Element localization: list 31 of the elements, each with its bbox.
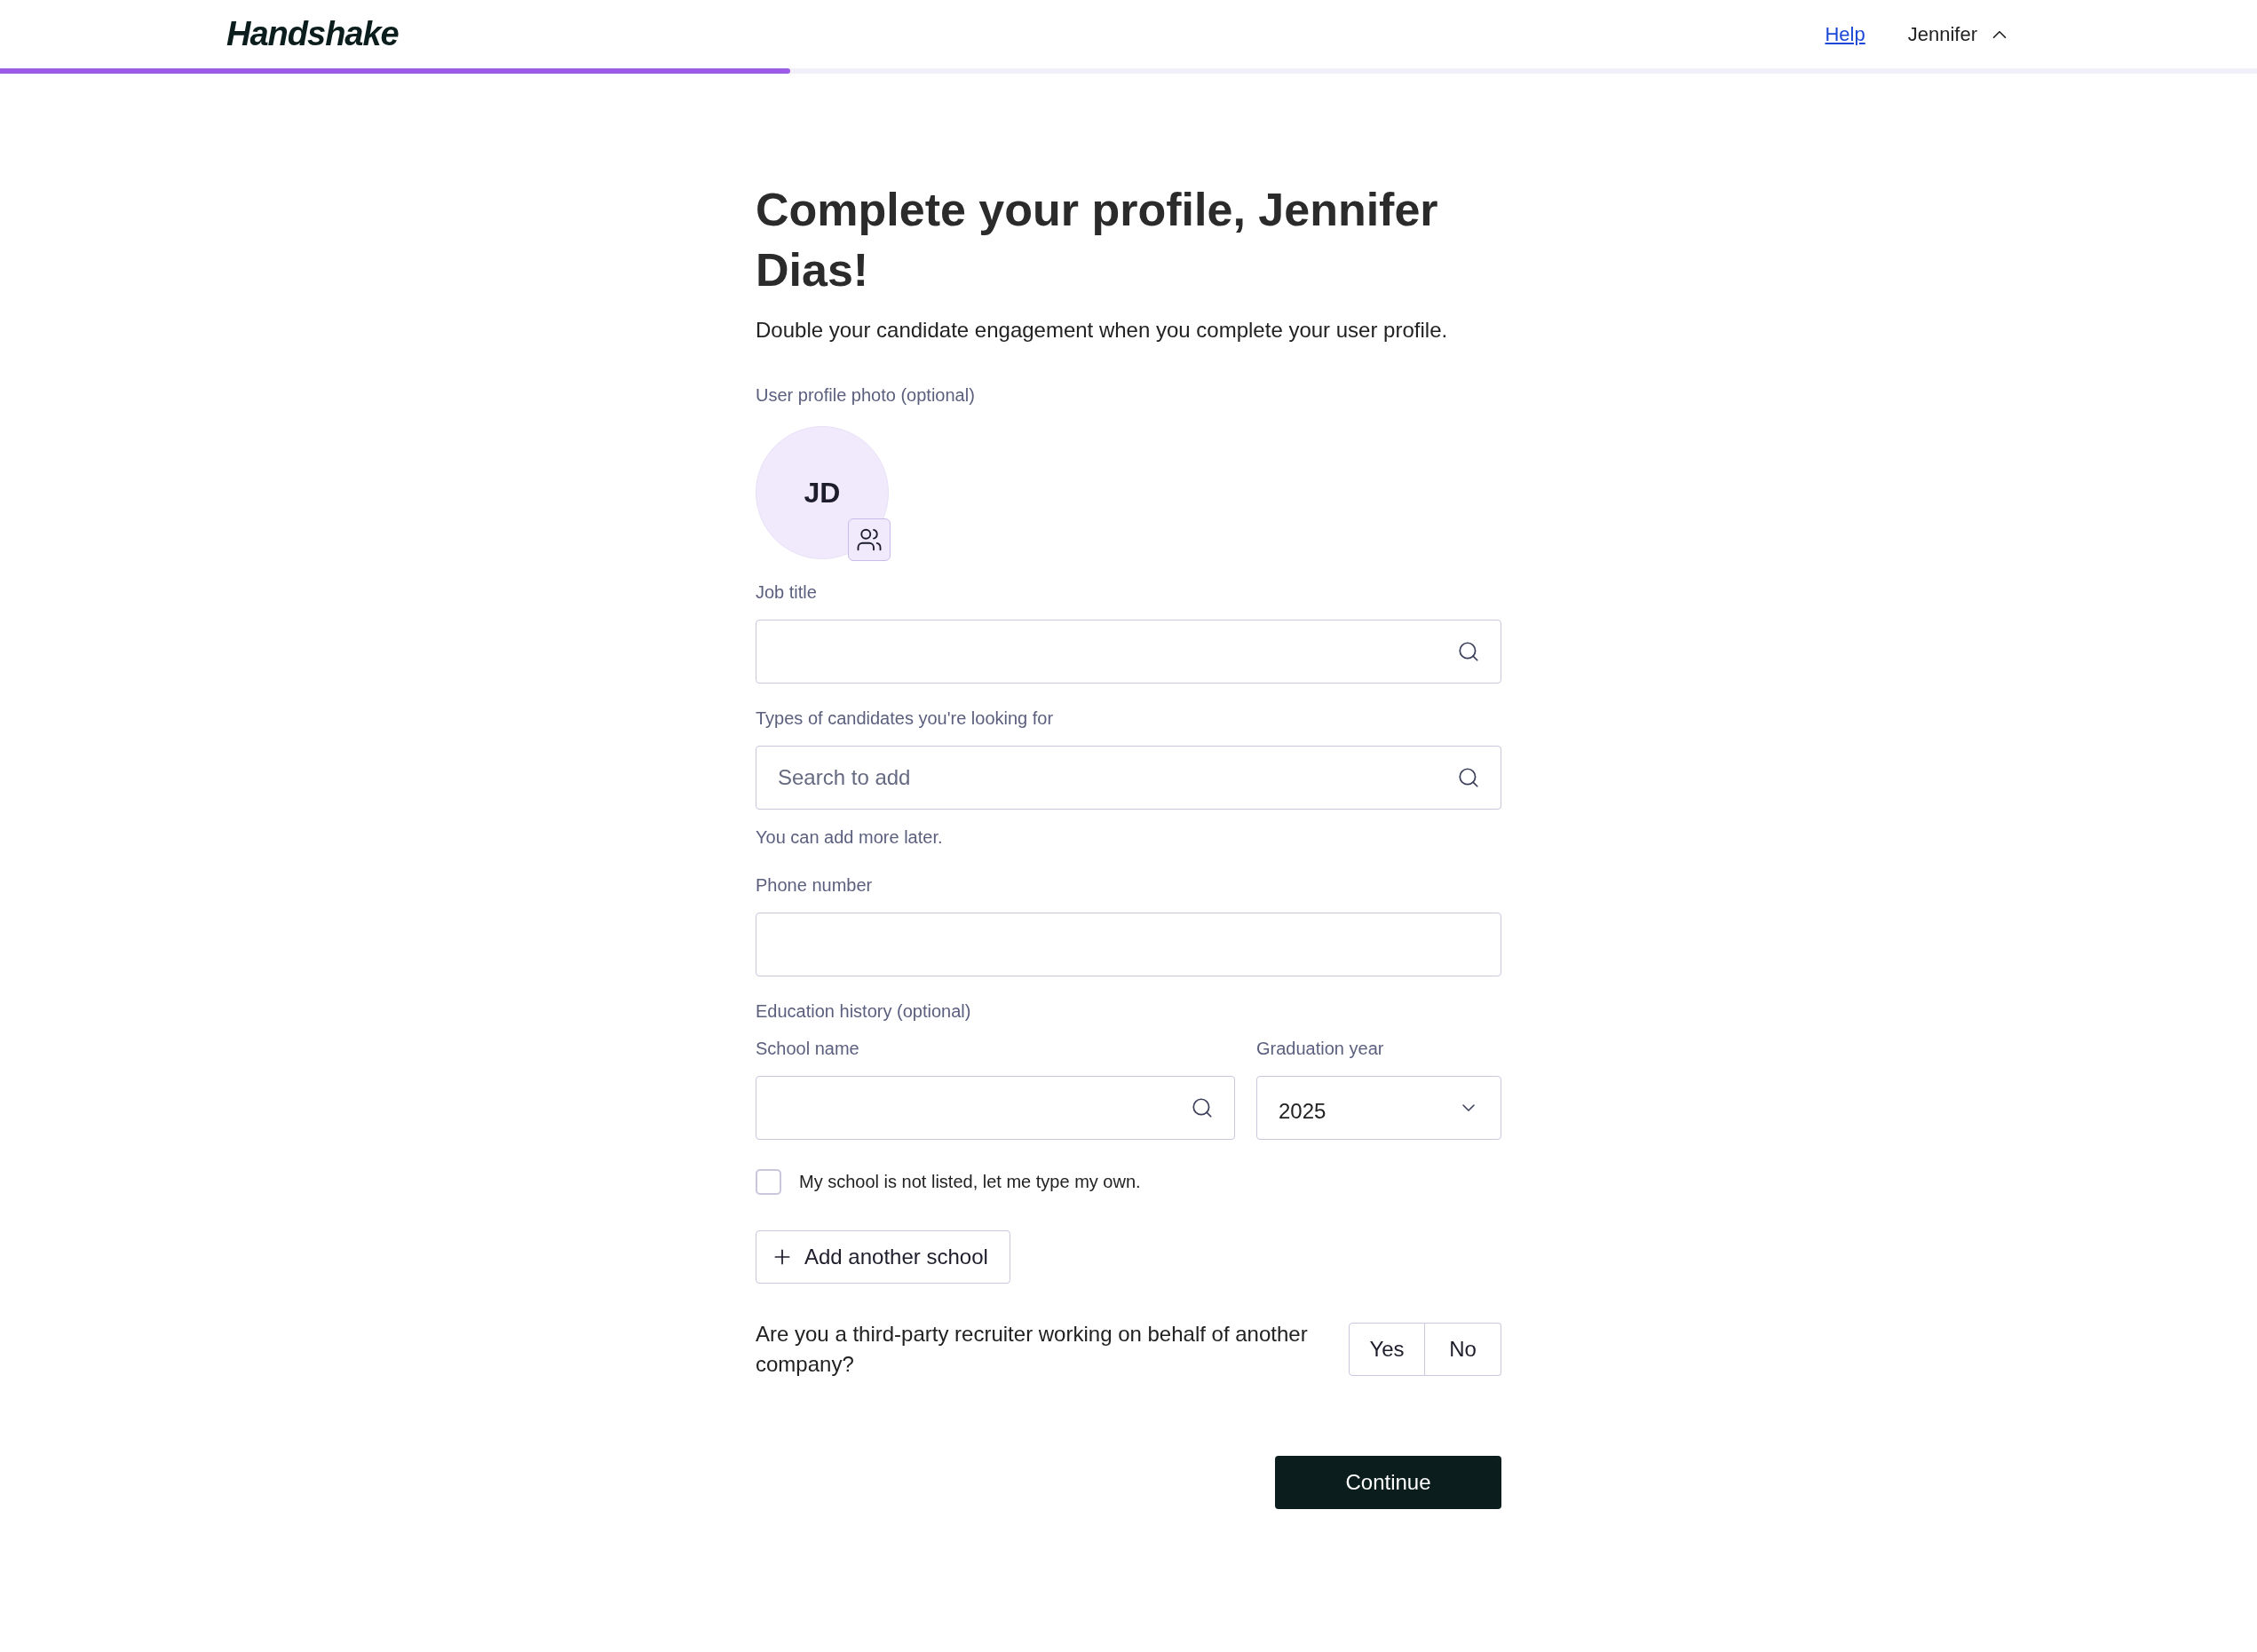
photo-label: User profile photo (optional) <box>756 384 976 407</box>
subtitle: Double your candidate engagement when you complete your user profile. <box>756 317 1449 344</box>
phone-field[interactable] <box>756 913 1501 976</box>
job-title-field[interactable] <box>756 620 1501 684</box>
toggle-option[interactable]: Yes <box>1349 1323 1425 1376</box>
field-label: Job title <box>756 581 818 604</box>
search-icon <box>1457 640 1480 663</box>
field-label: Graduation year <box>1256 1038 1385 1060</box>
add-school-button[interactable]: Add another school <box>756 1230 1010 1284</box>
search-icon <box>1191 1096 1214 1119</box>
field-label: School name <box>756 1038 860 1060</box>
search-icon <box>1457 766 1480 789</box>
field-label: Phone number <box>756 874 874 897</box>
checkbox[interactable] <box>756 1168 781 1195</box>
helper-text: You can add more later. <box>756 826 944 849</box>
page-title: Complete your profile, Jennifer Dias! <box>756 183 1439 297</box>
checkbox-label: My school is not listed, let me type my own. <box>799 1171 1141 1193</box>
help-link[interactable]: Help <box>1825 20 1865 49</box>
field-label: Types of candidates you're looking for <box>756 707 1055 730</box>
school-name-field[interactable] <box>756 1076 1235 1140</box>
toggle-option[interactable]: No <box>1425 1323 1501 1376</box>
continue-button[interactable]: Continue <box>1275 1456 1501 1509</box>
upload-photo-button[interactable] <box>848 518 891 561</box>
avatar[interactable]: JD <box>756 426 889 559</box>
logo[interactable]: Handshake <box>226 9 399 59</box>
candidate-types-field[interactable]: Search to add <box>756 746 1501 810</box>
graduation-year-select[interactable]: 2025 <box>1256 1076 1501 1140</box>
people-icon <box>856 526 883 553</box>
user-menu[interactable]: Jennifer <box>1907 20 2011 49</box>
field-label: Education history (optional) <box>756 1000 972 1023</box>
recruiter-question: Are you a third-party recruiter working on behalf of another company? <box>756 1321 1309 1378</box>
